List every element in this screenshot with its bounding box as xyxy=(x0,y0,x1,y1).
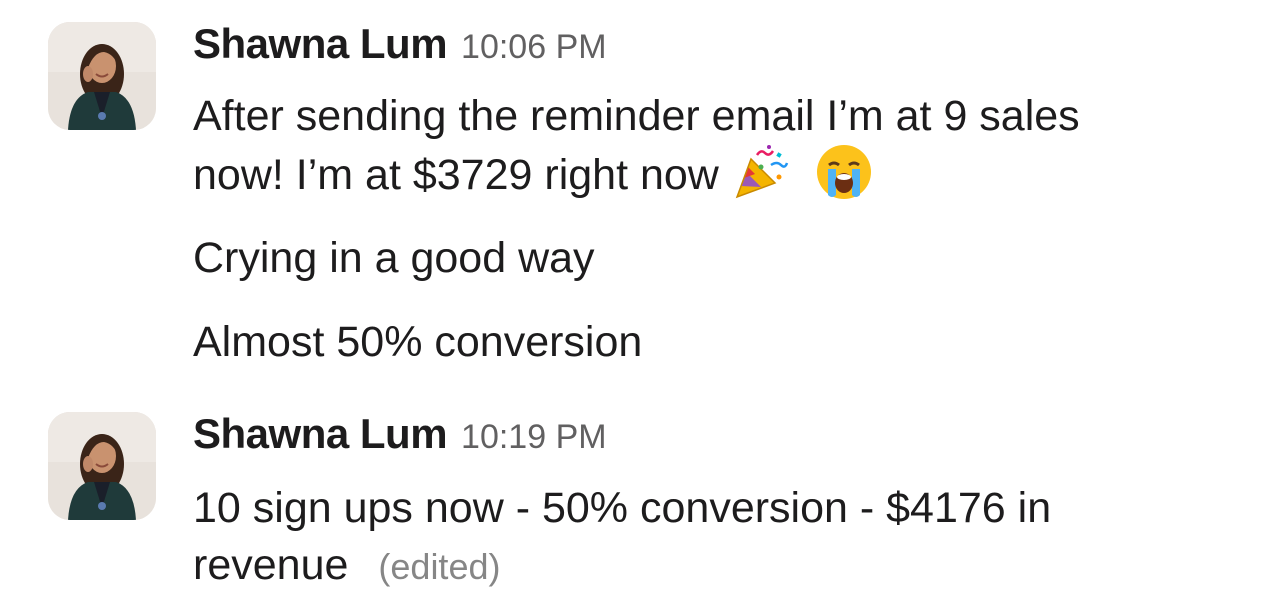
timestamp[interactable]: 10:06 PM xyxy=(461,28,607,66)
message-text-line: Almost 50% conversion xyxy=(193,318,643,366)
loudly-crying-face-emoji-icon xyxy=(815,143,873,201)
message-text-line: After sending the reminder email I’m at … xyxy=(193,92,1080,140)
message-header: Shawna Lum 10:06 PM xyxy=(193,20,607,80)
avatar[interactable] xyxy=(48,412,156,520)
message-text-line: Crying in a good way xyxy=(193,234,595,282)
edited-label: (edited) xyxy=(378,546,501,587)
message-header: Shawna Lum 10:19 PM xyxy=(193,410,607,470)
party-popper-emoji-icon xyxy=(731,143,789,201)
timestamp[interactable]: 10:19 PM xyxy=(461,418,607,456)
message-text-line: now! I’m at $3729 right now xyxy=(193,143,873,205)
message-text-span: revenue xyxy=(193,541,349,589)
sender-name[interactable]: Shawna Lum xyxy=(193,410,448,457)
message-text-span: now! I’m at $3729 right now xyxy=(193,151,719,199)
message-feed: Shawna Lum 10:06 PM After sending the rem… xyxy=(0,0,1284,610)
message-text-line: revenue (edited) xyxy=(193,535,500,597)
message-text-line: 10 sign ups now - 50% conversion - $4176… xyxy=(193,484,1052,532)
avatar[interactable] xyxy=(48,22,156,130)
sender-name[interactable]: Shawna Lum xyxy=(193,20,448,67)
